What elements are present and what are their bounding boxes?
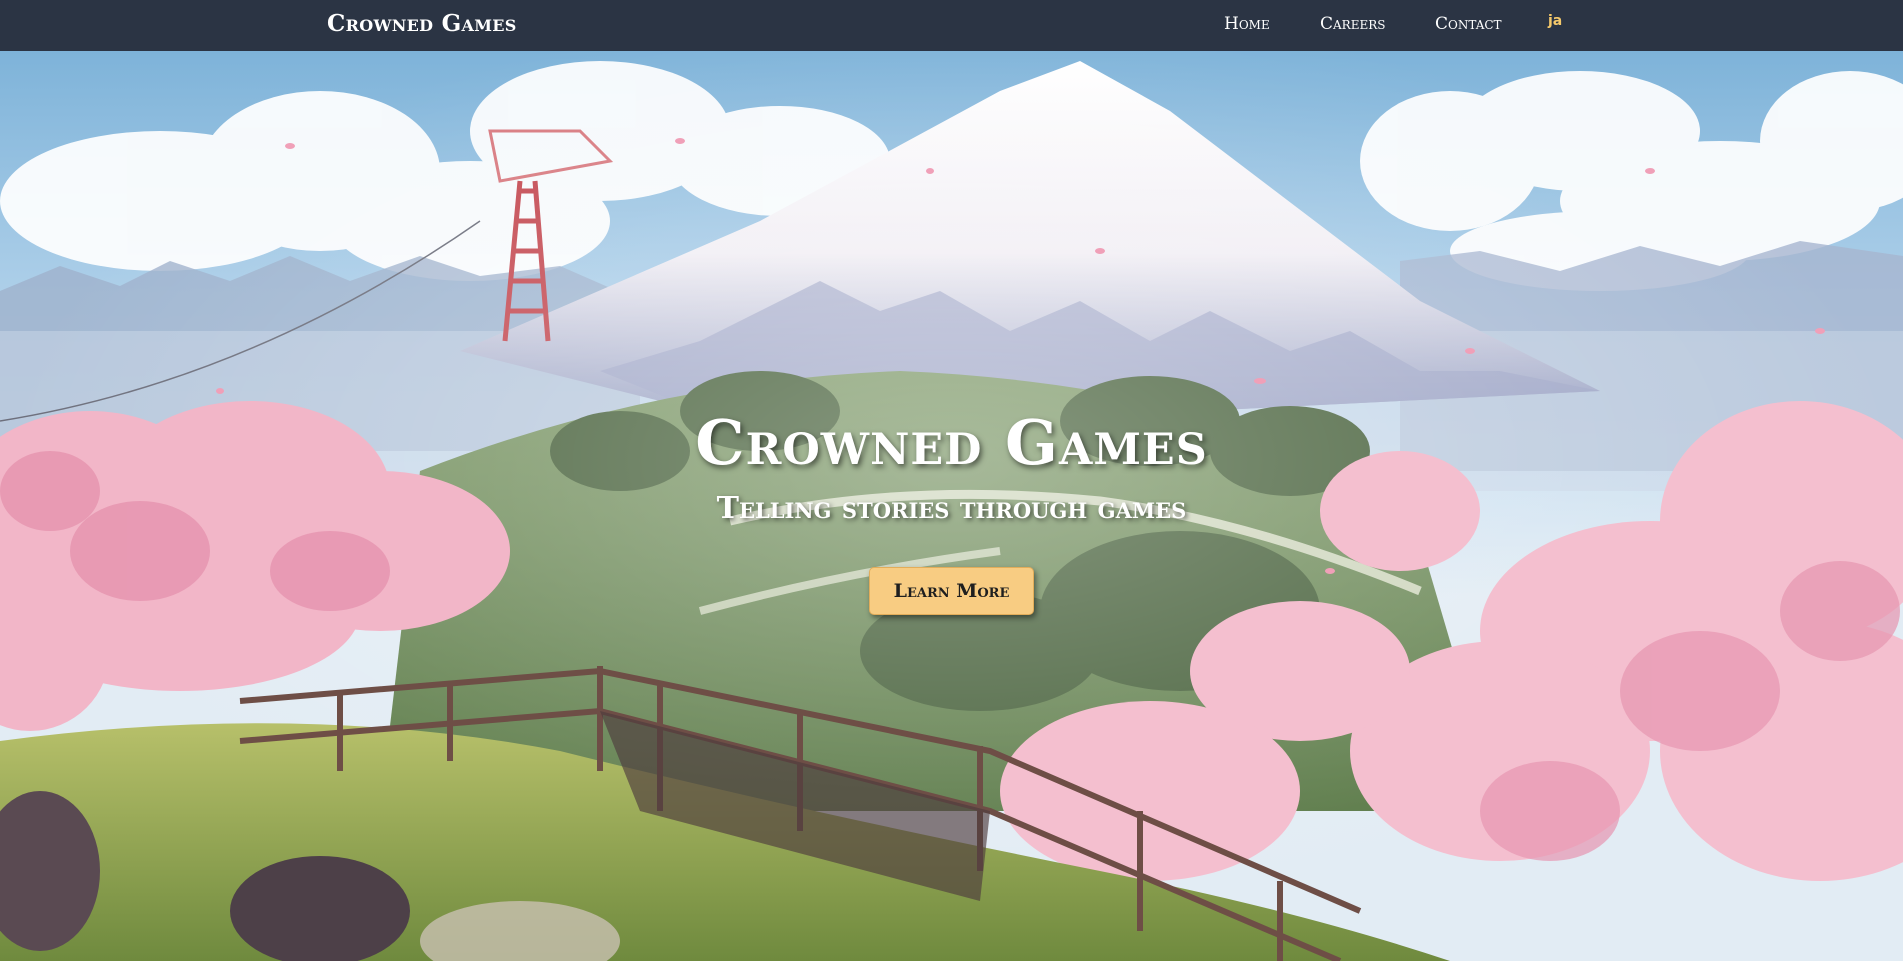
top-navbar: Crowned Games Home Careers Contact ja [0, 0, 1903, 51]
nav-link-home[interactable]: Home [1224, 14, 1270, 34]
hero-title: Crowned Games [695, 406, 1208, 479]
hero-subtitle: Telling stories through games [716, 491, 1187, 526]
nav-link-contact[interactable]: Contact [1435, 14, 1502, 34]
language-switch-link[interactable]: ja [1548, 13, 1562, 29]
learn-more-button[interactable]: Learn More [869, 567, 1034, 615]
brand-logo-link[interactable]: Crowned Games [327, 10, 517, 37]
nav-link-careers[interactable]: Careers [1320, 14, 1385, 34]
hero-section: Crowned Games Telling stories through ga… [0, 51, 1903, 961]
